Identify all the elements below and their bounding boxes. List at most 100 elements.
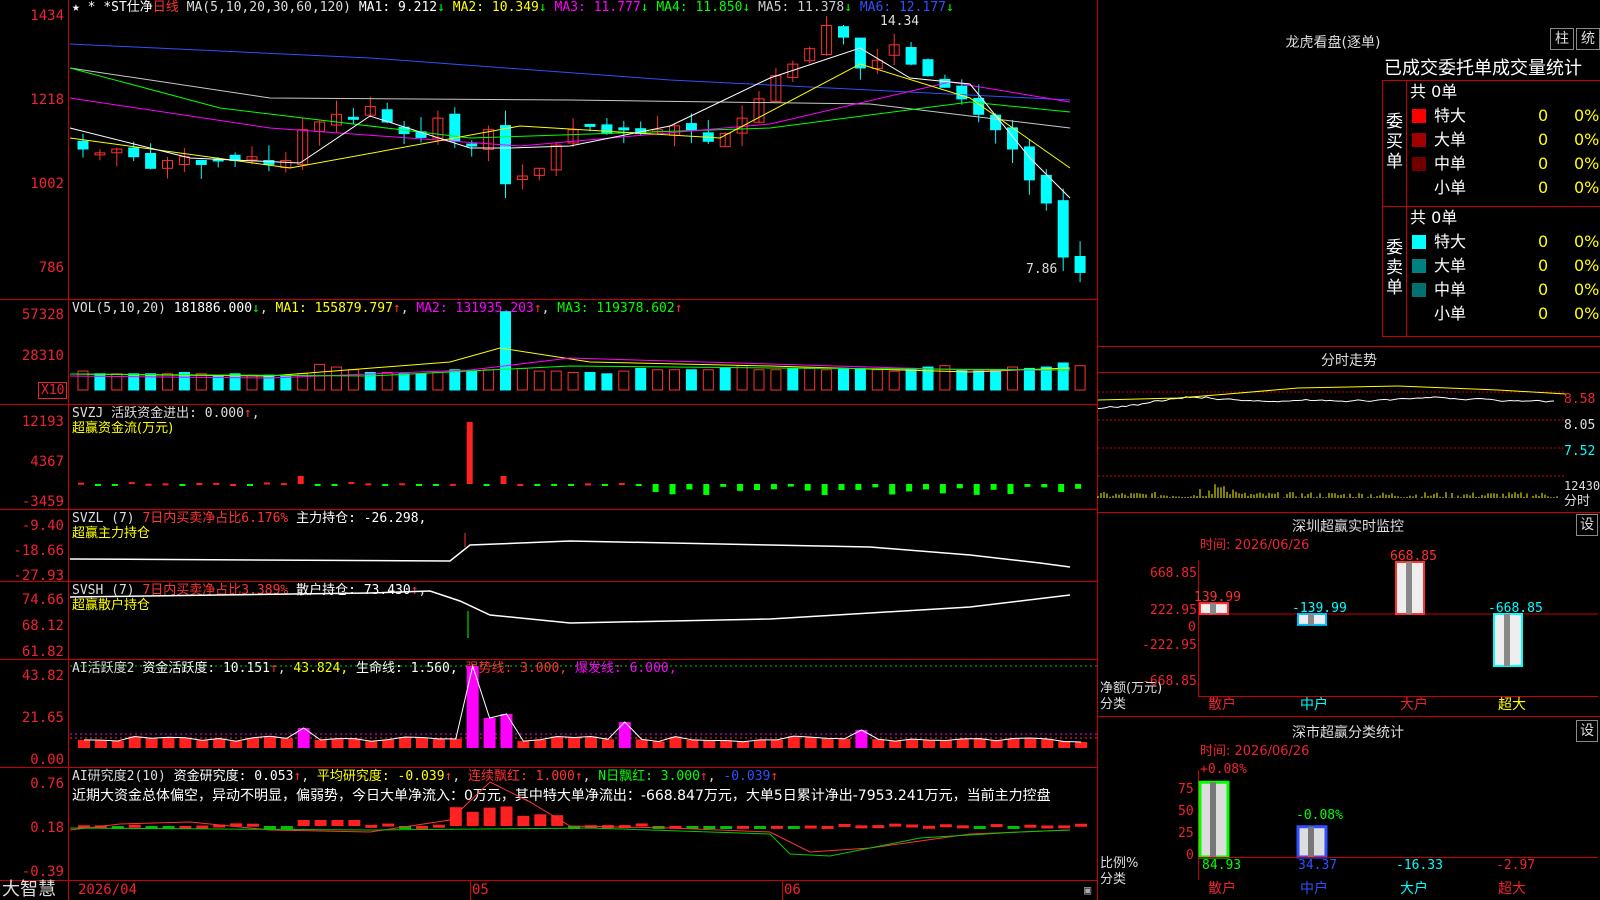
intraday-axis-label: 8.58 (1564, 392, 1596, 407)
svzl-chart[interactable] (69, 511, 1098, 581)
volume-bar (871, 369, 883, 391)
order-percent: 0% (1574, 130, 1600, 149)
main-chart-area[interactable]: 1434 1218 1002 786 ★ * *ST仕净日线 MA(5,10,2… (0, 0, 1098, 900)
candle-body (1040, 174, 1052, 204)
fundflow-bar (1007, 484, 1014, 495)
order-percent: 0% (1574, 304, 1600, 323)
classify-xlabel: 分类 (1100, 872, 1127, 887)
intraday-title: 分时走势 (1321, 353, 1377, 369)
bar-mode-button[interactable]: 柱 (1550, 28, 1574, 50)
classify-time: 时间: 2026/06/26 (1200, 744, 1310, 759)
activity-bar (973, 738, 986, 748)
fundflow-bar (416, 484, 422, 486)
ai-research-chart[interactable] (69, 781, 1098, 880)
volume-bar (635, 367, 647, 391)
research-bar (855, 825, 868, 829)
activity-bar (517, 741, 530, 748)
ai2-axis-label: 0.76 (30, 776, 64, 792)
volume-bar (787, 367, 799, 391)
activity-bar (94, 740, 107, 748)
classify-cat: 散户 (1208, 881, 1236, 897)
fundflow-bar (179, 484, 186, 486)
activity-bar (483, 718, 496, 748)
order-size-label: 小单 (1434, 304, 1467, 323)
activity-bar (432, 738, 445, 748)
fundflow-bar (686, 484, 693, 490)
research-bar (838, 823, 851, 827)
fundflow-bar (196, 482, 203, 485)
monitor-cat: 中户 (1300, 697, 1328, 713)
monitor-cat: 散户 (1208, 697, 1236, 713)
classify-settings-button[interactable]: 设 (1576, 720, 1598, 742)
fundflow-bar (889, 484, 896, 495)
volume-bar (195, 373, 207, 391)
fundflow-bar (568, 484, 575, 486)
svsh-chart[interactable] (69, 583, 1098, 659)
stat-mode-button[interactable]: 统 (1576, 28, 1600, 50)
ai1-axis-label: 0.00 (30, 752, 64, 768)
order-percent: 0% (1574, 280, 1600, 299)
buy-total: 共 0单 (1410, 82, 1458, 101)
monitor-axis-label: -222.95 (1142, 638, 1197, 653)
activity-bar (956, 738, 969, 748)
period-label[interactable]: 日线 (153, 0, 179, 15)
fundflow-bar (821, 484, 828, 496)
candlestick-chart[interactable] (69, 15, 1098, 298)
research-bar (804, 825, 817, 829)
fundflow-bar (483, 484, 490, 486)
activity-bar (1058, 741, 1071, 748)
volume-bar (533, 370, 545, 391)
volume-bar (145, 373, 157, 391)
volume-bar (229, 373, 241, 391)
classify-axis-label: 50 (1178, 804, 1194, 819)
ai-activity-chart[interactable] (70, 664, 1098, 764)
monitor-settings-button[interactable]: 设 (1576, 514, 1598, 536)
monitor-ylabel: 净额(万元) (1100, 681, 1163, 696)
research-bar (990, 824, 1003, 828)
volume-bar (584, 371, 596, 391)
activity-bar (263, 736, 276, 748)
monitor-bar-chart[interactable]: 139.99 -139.99 668.85 -668.85 (1194, 549, 1598, 700)
order-count: 0 (1538, 256, 1549, 275)
svzj-chart[interactable] (70, 406, 1098, 506)
activity-bar (348, 738, 361, 748)
volume-chart[interactable] (69, 311, 1098, 402)
monitor-cat: 超大 (1498, 697, 1526, 713)
volume-bar (973, 370, 985, 391)
intraday-chart[interactable] (1097, 372, 1567, 512)
right-panel: 龙虎看盘(逐单) 柱 统 已成交委托单成交量统计 委买单 委卖单 共 0单 特大… (1097, 0, 1600, 900)
activity-bar (906, 739, 919, 748)
research-bar (635, 823, 648, 827)
fundflow-bar (449, 483, 456, 486)
svzl-axis-label: -9.40 (21, 518, 64, 534)
volume-bar (888, 370, 900, 391)
activity-bar (500, 714, 513, 748)
fundflow-bar (635, 484, 642, 486)
research-bar (956, 825, 969, 829)
order-size-label: 中单 (1434, 280, 1467, 299)
activity-bar (196, 740, 209, 748)
fundflow-bar (213, 482, 220, 485)
volume-bar (500, 311, 511, 391)
volume-bar (567, 371, 579, 391)
order-percent: 0% (1574, 232, 1600, 251)
retail-position-line (69, 590, 1071, 624)
candle-body (77, 140, 89, 150)
color-swatch-icon (1412, 157, 1426, 171)
fundflow-bar (247, 484, 253, 486)
research-bar (517, 815, 530, 826)
volume-bar (618, 370, 630, 391)
sell-order-label: 委卖单 (1386, 238, 1403, 298)
stars-icon[interactable]: ★ * (72, 0, 95, 15)
lock-icon[interactable]: ▣ (1084, 882, 1091, 898)
research-bar (247, 823, 259, 827)
fundflow-bar (990, 484, 997, 490)
activity-bar (686, 739, 699, 748)
monitor-bar-label: -139.99 (1292, 601, 1347, 616)
volume-bar (162, 373, 173, 391)
research-bar (483, 807, 496, 826)
volume-bar (432, 371, 444, 391)
volume-bar (449, 369, 461, 391)
stock-name[interactable]: *ST仕净 (103, 0, 152, 15)
fundflow-bar (348, 482, 355, 485)
